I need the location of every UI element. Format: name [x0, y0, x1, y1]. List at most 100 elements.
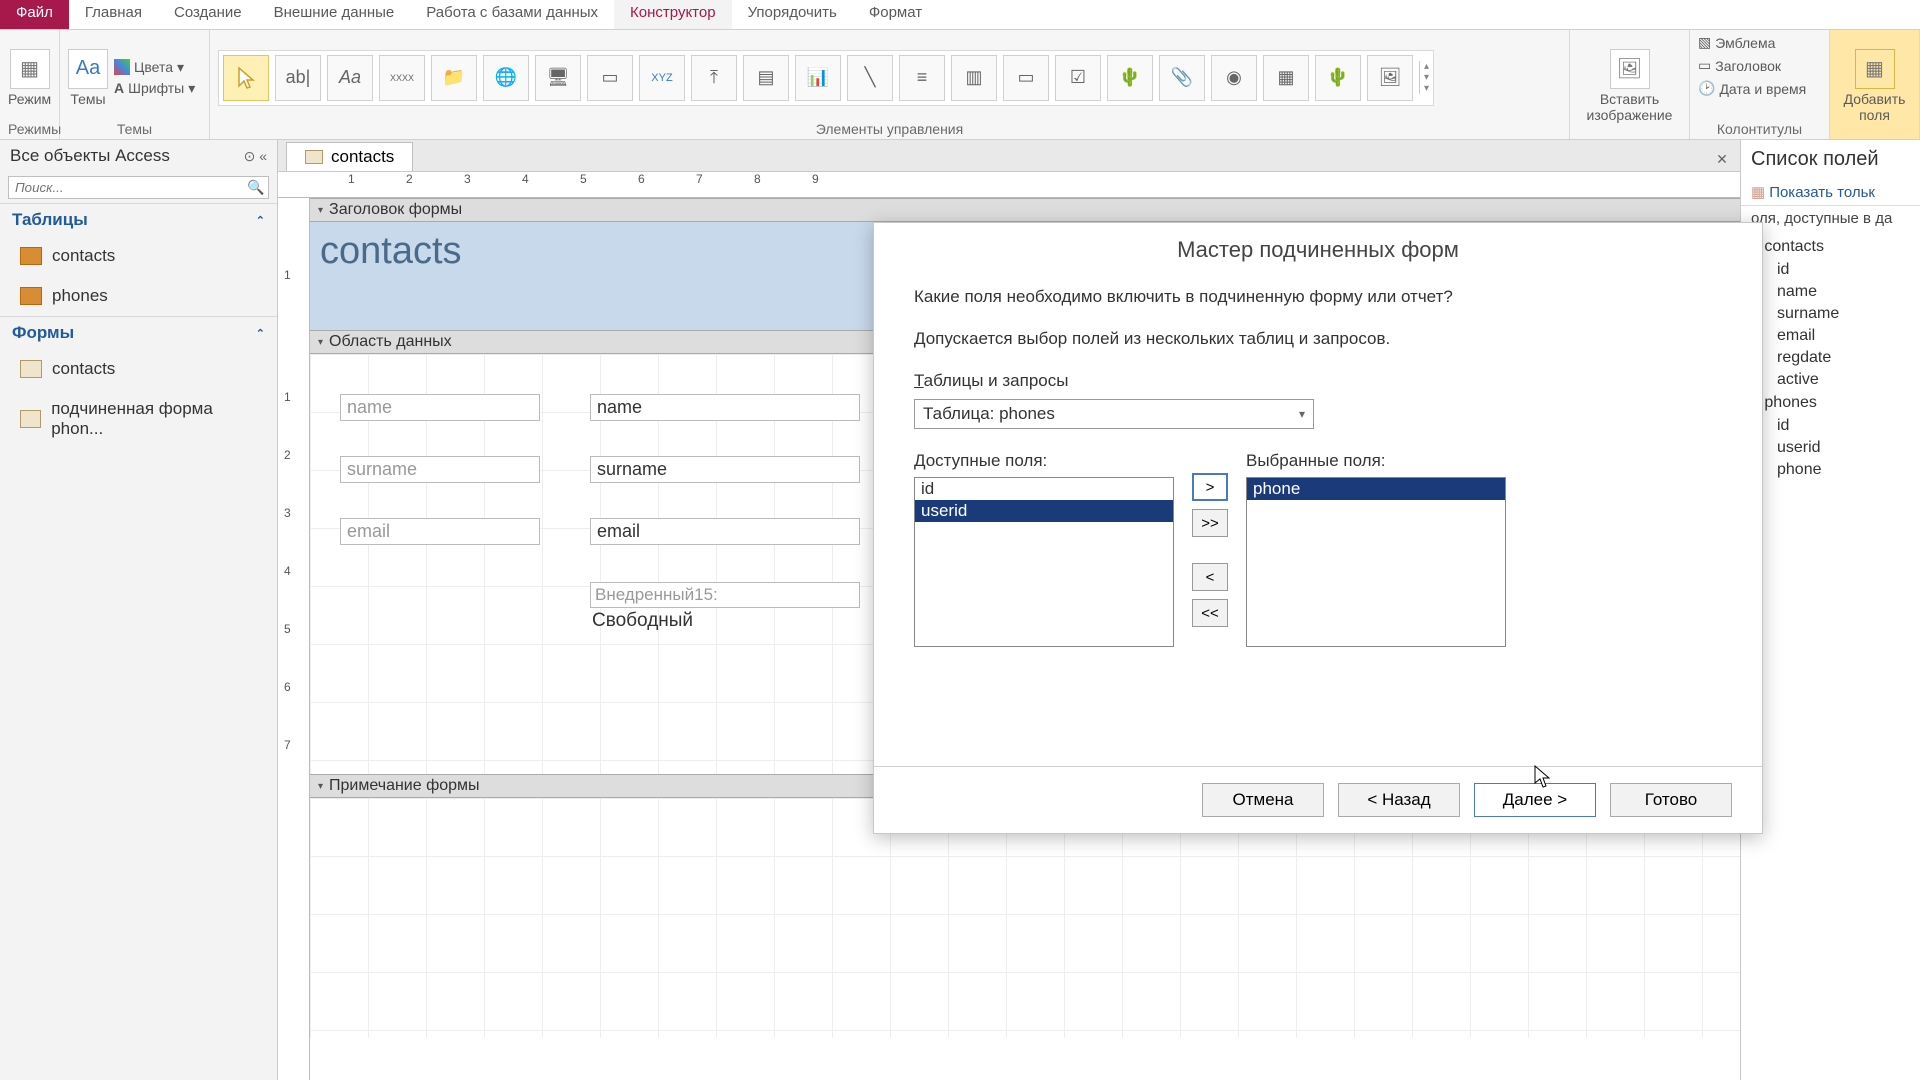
textbox-name[interactable]: name	[590, 394, 860, 421]
fonts-button[interactable]: AШрифты ▾	[114, 80, 195, 97]
gallery-up-icon[interactable]: ▴	[1424, 61, 1429, 72]
cancel-button[interactable]: Отмена	[1202, 783, 1324, 817]
themes-button[interactable]: AaТемы	[68, 49, 108, 107]
wizard-buttons: Отмена < Назад Далее > Готово	[874, 766, 1762, 833]
themes-icon: Aa	[68, 49, 108, 89]
label-email[interactable]: email	[340, 518, 540, 545]
tab-create[interactable]: Создание	[158, 0, 258, 29]
textbox-control[interactable]: ab|	[275, 55, 321, 101]
navigation-control[interactable]: ▭	[587, 55, 633, 101]
fl-field[interactable]: active	[1747, 369, 1914, 391]
fl-field[interactable]: id	[1747, 259, 1914, 281]
show-all-tables-link[interactable]: ▦Показать тольк	[1741, 179, 1920, 205]
selected-fields-listbox[interactable]: phone	[1246, 477, 1506, 647]
chevron-down-icon[interactable]: ⊙ «	[244, 148, 267, 165]
tab-home[interactable]: Главная	[69, 0, 158, 29]
fl-field[interactable]: regdate	[1747, 347, 1914, 369]
fl-field[interactable]: id	[1747, 415, 1914, 437]
button-control[interactable]: XXXX	[379, 55, 425, 101]
checkbox-control[interactable]: ☑	[1055, 55, 1101, 101]
subform-label[interactable]: Внедренный15:	[590, 582, 860, 608]
horizontal-ruler: 1 2 3 4 5 6 7 8 9	[278, 172, 1740, 198]
hyperlink-control[interactable]: 🌐	[483, 55, 529, 101]
back-button[interactable]: < Назад	[1338, 783, 1460, 817]
insert-image-button[interactable]: 🖼Вставить изображение	[1578, 49, 1681, 123]
pointer-control[interactable]	[223, 55, 269, 101]
gallery-down-icon[interactable]: ▾	[1424, 72, 1429, 83]
fl-field[interactable]: surname	[1747, 303, 1914, 325]
combobox-control[interactable]: ▤	[743, 55, 789, 101]
subform-control[interactable]: ▦	[1263, 55, 1309, 101]
add-all-fields-button[interactable]: >>	[1192, 509, 1228, 537]
nav-tables-header[interactable]: Таблицы⌃	[0, 203, 277, 236]
tab-arrange[interactable]: Упорядочить	[732, 0, 853, 29]
chart-control[interactable]: 📊	[795, 55, 841, 101]
fl-field[interactable]: phone	[1747, 459, 1914, 481]
document-tabs: contacts ✕	[278, 140, 1740, 172]
view-button[interactable]: ▦Режим	[8, 49, 51, 107]
close-document-button[interactable]: ✕	[1710, 147, 1734, 171]
nav-form-contacts[interactable]: contacts	[0, 349, 277, 389]
nav-forms-header[interactable]: Формы⌃	[0, 316, 277, 349]
next-button[interactable]: Далее >	[1474, 783, 1596, 817]
bound-control[interactable]: 🌵	[1315, 55, 1361, 101]
title-button[interactable]: ▭Заголовок	[1698, 57, 1781, 74]
fl-field[interactable]: email	[1747, 325, 1914, 347]
datetime-button[interactable]: 🕑Дата и время	[1698, 80, 1806, 97]
nav-form-subphones[interactable]: подчиненная форма phon...	[0, 389, 277, 449]
tab-database[interactable]: Работа с базами данных	[410, 0, 614, 29]
search-icon[interactable]: 🔍	[244, 177, 268, 198]
vruler-tick: 1	[284, 390, 291, 404]
tables-combobox[interactable]: Таблица: phones▾	[914, 399, 1314, 429]
colors-button[interactable]: Цвета ▾	[114, 59, 195, 76]
optiongroup-control[interactable]: XYZ	[639, 55, 685, 101]
tab-design[interactable]: Конструктор	[614, 0, 732, 29]
vertical-ruler: 1 1 2 3 4 5 6 7	[278, 198, 310, 1080]
label-name[interactable]: name	[340, 394, 540, 421]
attachment-control[interactable]: 📎	[1159, 55, 1205, 101]
listbox-control[interactable]: ▥	[951, 55, 997, 101]
textbox-email[interactable]: email	[590, 518, 860, 545]
table-icon	[20, 247, 42, 265]
label-control[interactable]: Aa	[327, 55, 373, 101]
nav-header[interactable]: Все объекты Access ⊙ «	[0, 140, 277, 172]
gallery-more-icon[interactable]: ▾	[1424, 83, 1429, 94]
fl-field[interactable]: userid	[1747, 437, 1914, 459]
tables-queries-label: ТТаблицы и запросыаблицы и запросы	[914, 371, 1722, 391]
add-field-button[interactable]: >	[1192, 473, 1228, 501]
form-title[interactable]: contacts	[320, 230, 462, 273]
list-item[interactable]: userid	[915, 500, 1173, 522]
tab-external[interactable]: Внешние данные	[258, 0, 411, 29]
list-item[interactable]: id	[915, 478, 1173, 500]
remove-field-button[interactable]: <	[1192, 563, 1228, 591]
fl-table-phones[interactable]: ⊟ phones	[1747, 391, 1914, 415]
tab-format[interactable]: Формат	[853, 0, 938, 29]
add-fields-button[interactable]: ▦Добавить поля	[1838, 49, 1911, 123]
fl-table-contacts[interactable]: ⊟ contacts	[1747, 235, 1914, 259]
document-tab-contacts[interactable]: contacts	[286, 142, 413, 171]
nav-table-contacts[interactable]: contacts	[0, 236, 277, 276]
optionbutton-control[interactable]: ◉	[1211, 55, 1257, 101]
tab-file[interactable]: Файл	[0, 0, 69, 29]
unbound-control[interactable]: 🌵	[1107, 55, 1153, 101]
pagebreak-control[interactable]: ⤒	[691, 55, 737, 101]
webbrowser-control[interactable]: 🖥	[535, 55, 581, 101]
search-input[interactable]	[9, 177, 244, 198]
nav-table-phones[interactable]: phones	[0, 276, 277, 316]
finish-button[interactable]: Готово	[1610, 783, 1732, 817]
form-footer-section[interactable]	[310, 798, 1740, 1038]
textbox-surname[interactable]: surname	[590, 456, 860, 483]
label-surname[interactable]: surname	[340, 456, 540, 483]
fl-field[interactable]: name	[1747, 281, 1914, 303]
rectangle-control[interactable]: ▭	[1003, 55, 1049, 101]
form-header-bar[interactable]: Заголовок формы	[310, 198, 1740, 222]
ruler-tick: 6	[638, 172, 645, 186]
available-fields-listbox[interactable]: id userid	[914, 477, 1174, 647]
line-control[interactable]: ╲	[847, 55, 893, 101]
remove-all-fields-button[interactable]: <<	[1192, 599, 1228, 627]
togglebutton-control[interactable]: ≡	[899, 55, 945, 101]
tab-control[interactable]: 📁	[431, 55, 477, 101]
logo-button[interactable]: ▧Эмблема	[1698, 34, 1775, 51]
image-control[interactable]: 🖼	[1367, 55, 1413, 101]
list-item[interactable]: phone	[1247, 478, 1505, 500]
